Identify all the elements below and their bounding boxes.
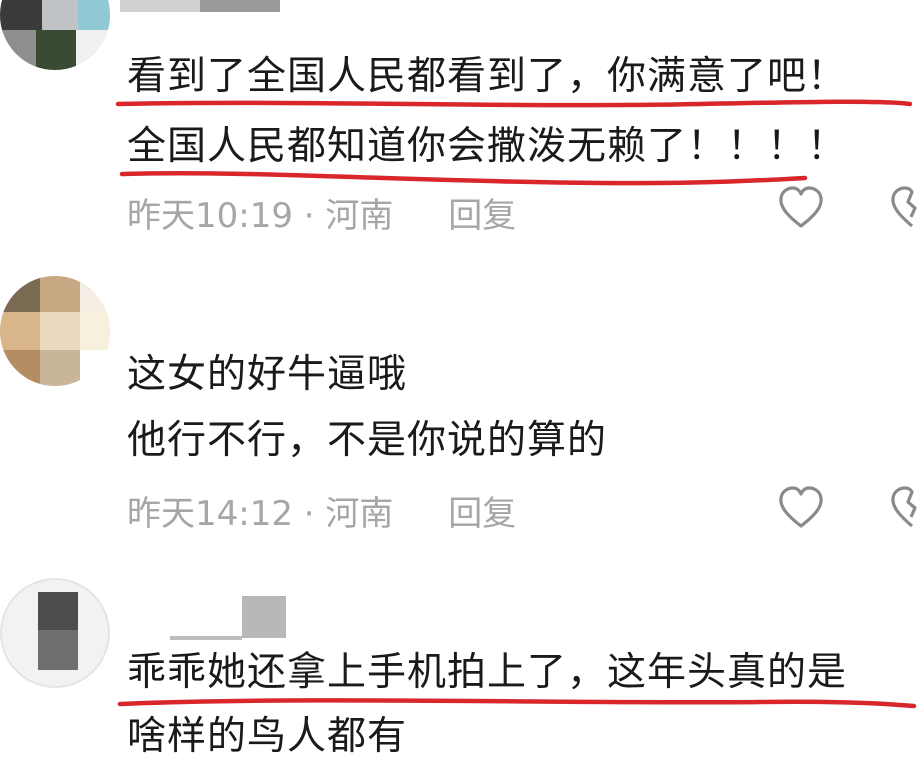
meta-separator: · bbox=[292, 494, 326, 534]
comment-meta: 昨天10:19 · 河南 回复 bbox=[127, 188, 516, 237]
comment-item: 这女的好牛逼哦 他行不行，不是你说的算的 昨天14:12 · 河南 回复 bbox=[0, 250, 924, 550]
meta-separator: · bbox=[292, 196, 326, 236]
comment-time: 昨天14:12 bbox=[127, 494, 293, 534]
comment-text-line: 看到了全国人民都看到了，你满意了吧！ bbox=[127, 54, 848, 99]
comment-time: 昨天10:19 bbox=[127, 196, 293, 236]
comment-item: 看到了全国人民都看到了，你满意了吧！ 全国人民都知道你会撒泼无赖了！！！！ 昨天… bbox=[0, 0, 924, 250]
avatar[interactable] bbox=[0, 0, 110, 70]
heart-outline-icon[interactable] bbox=[778, 486, 824, 530]
comment-text-line: 他行不行，不是你说的算的 bbox=[127, 418, 608, 463]
avatar[interactable] bbox=[0, 578, 110, 688]
broken-heart-icon[interactable] bbox=[888, 186, 924, 230]
comment-location: 河南 bbox=[325, 494, 394, 534]
comment-meta: 昨天14:12 · 河南 回复 bbox=[127, 486, 516, 535]
username-mosaic bbox=[242, 596, 286, 638]
comment-text-line: 啥样的鸟人都有 bbox=[127, 714, 408, 759]
comment-text-line: 全国人民都知道你会撒泼无赖了！！！！ bbox=[127, 124, 848, 169]
comment-text-line: 这女的好牛逼哦 bbox=[127, 352, 408, 397]
username-mosaic bbox=[200, 0, 280, 12]
reply-button[interactable]: 回复 bbox=[448, 494, 516, 534]
heart-outline-icon[interactable] bbox=[778, 186, 824, 230]
username-mosaic bbox=[120, 0, 200, 12]
comment-location: 河南 bbox=[325, 196, 394, 236]
comment-text-line: 乖乖她还拿上手机拍上了，这年头真的是 bbox=[127, 650, 848, 695]
comment-item: 乖乖她还拿上手机拍上了，这年头真的是 啥样的鸟人都有 bbox=[0, 550, 924, 759]
avatar[interactable] bbox=[0, 276, 110, 386]
broken-heart-icon[interactable] bbox=[888, 486, 924, 530]
username-mosaic bbox=[170, 636, 242, 640]
reply-button[interactable]: 回复 bbox=[448, 196, 516, 236]
